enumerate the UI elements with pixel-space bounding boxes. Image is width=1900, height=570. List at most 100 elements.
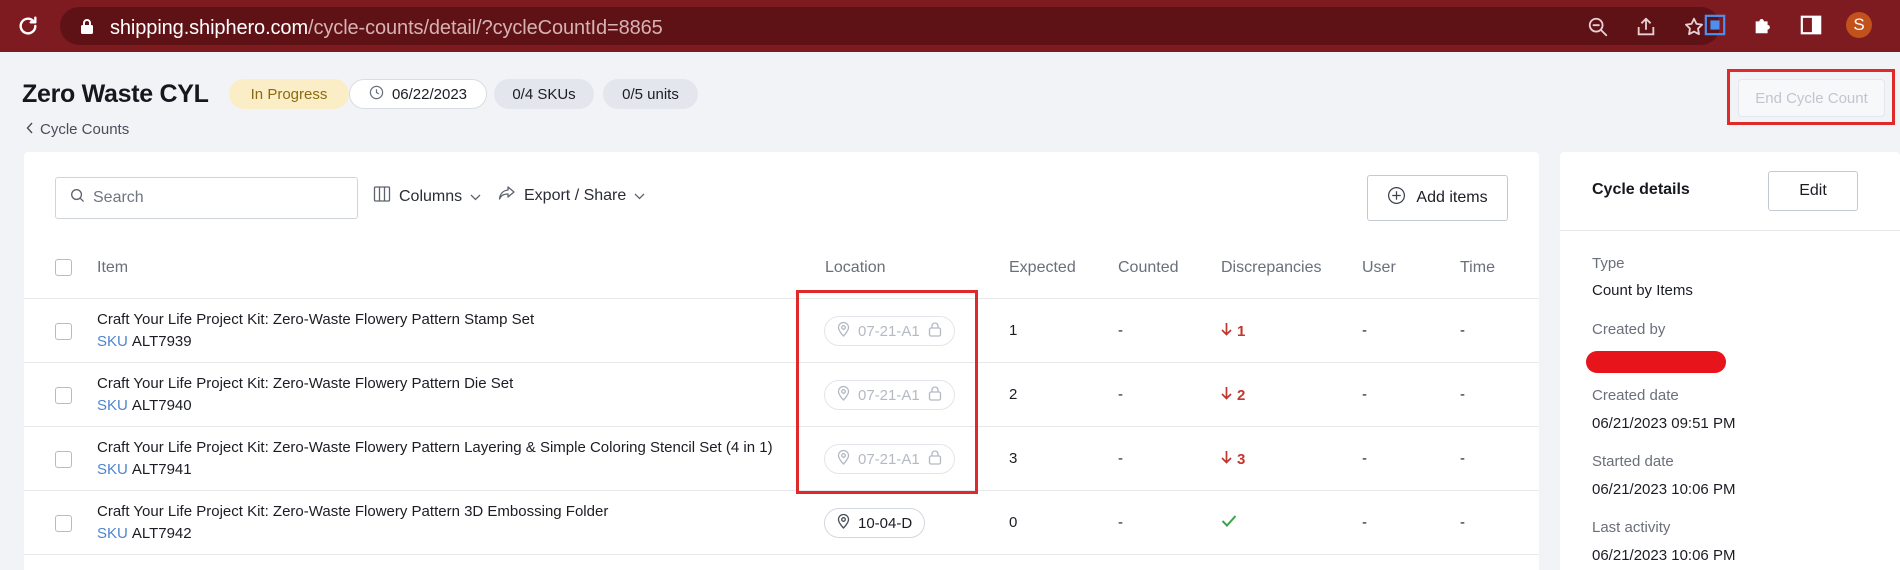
row-checkbox[interactable]	[55, 387, 72, 404]
last-activity-value: 06/21/2023 10:06 PM	[1592, 547, 1736, 564]
columns-label: Columns	[399, 187, 463, 205]
row-divider	[24, 426, 1539, 427]
share-arrow-icon	[498, 185, 516, 206]
last-activity-label: Last activity	[1592, 519, 1671, 536]
skus-badge: 0/4 SKUs	[494, 79, 594, 109]
lock-icon	[80, 18, 94, 39]
discrepancy-ok	[1221, 514, 1237, 531]
time-value: -	[1460, 514, 1465, 531]
item-name[interactable]: Craft Your Life Project Kit: Zero-Waste …	[97, 375, 513, 392]
discrepancy-value: 1	[1221, 322, 1245, 340]
discrepancy-value: 3	[1221, 450, 1245, 468]
column-header-counted[interactable]: Counted	[1118, 259, 1179, 277]
column-header-expected[interactable]: Expected	[1009, 259, 1076, 277]
column-header-location[interactable]: Location	[825, 259, 886, 277]
row-divider	[24, 490, 1539, 491]
export-share-dropdown[interactable]: Export / Share	[498, 185, 645, 206]
user-value: -	[1362, 386, 1367, 403]
arrow-down-icon	[1221, 386, 1232, 404]
item-sku: SKU ALT7941	[97, 461, 192, 478]
started-date-label: Started date	[1592, 453, 1674, 470]
items-table-card: Columns Export / Share Add items Item Lo…	[24, 152, 1539, 570]
cycle-details-panel: Cycle details Edit Type Count by Items C…	[1560, 152, 1900, 570]
date-badge: 06/22/2023	[349, 79, 487, 109]
units-badge: 0/5 units	[603, 79, 698, 109]
reload-icon[interactable]	[14, 12, 42, 40]
highlight-locked-locations	[796, 290, 978, 494]
browser-toolbar: shipping.shiphero.com/cycle-counts/detai…	[0, 0, 1900, 52]
item-sku: SKU ALT7940	[97, 397, 192, 414]
add-items-label: Add items	[1416, 189, 1488, 206]
search-input[interactable]	[93, 189, 333, 207]
columns-dropdown[interactable]: Columns	[373, 185, 481, 208]
discrepancy-value: 2	[1221, 386, 1245, 404]
time-value: -	[1460, 450, 1465, 467]
search-field[interactable]	[55, 177, 358, 219]
redacted-user-name	[1586, 351, 1726, 373]
url-text: shipping.shiphero.com/cycle-counts/detai…	[110, 17, 663, 39]
chevron-down-icon	[634, 187, 645, 205]
status-badge: In Progress	[229, 79, 349, 109]
created-date-label: Created date	[1592, 387, 1679, 404]
row-checkbox[interactable]	[55, 515, 72, 532]
date-text: 06/22/2023	[391, 85, 468, 103]
expected-value: 1	[1009, 322, 1018, 339]
item-sku: SKU ALT7942	[97, 525, 192, 542]
export-label: Export / Share	[524, 186, 627, 204]
end-cycle-count-button[interactable]: End Cycle Count	[1738, 79, 1885, 117]
item-sku: SKU ALT7939	[97, 333, 192, 350]
type-label: Type	[1592, 255, 1625, 272]
column-header-user[interactable]: User	[1362, 259, 1396, 277]
columns-icon	[373, 185, 391, 208]
item-name[interactable]: Craft Your Life Project Kit: Zero-Waste …	[97, 311, 534, 328]
arrow-down-icon	[1221, 450, 1232, 468]
page-title: Zero Waste CYL	[22, 80, 209, 108]
header-divider	[24, 298, 1539, 299]
edit-button[interactable]: Edit	[1768, 171, 1858, 211]
user-value: -	[1362, 450, 1367, 467]
user-value: -	[1362, 514, 1367, 531]
chevron-down-icon	[470, 188, 481, 206]
cycle-details-title: Cycle details	[1592, 181, 1690, 198]
item-name[interactable]: Craft Your Life Project Kit: Zero-Waste …	[97, 439, 773, 456]
counted-value: -	[1118, 386, 1123, 403]
counted-value: -	[1118, 450, 1123, 467]
clock-icon	[369, 85, 384, 104]
created-by-label: Created by	[1592, 321, 1666, 338]
created-date-value: 06/21/2023 09:51 PM	[1592, 415, 1736, 432]
back-to-cycle-counts-link[interactable]: Cycle Counts	[26, 121, 129, 138]
column-header-discrepancies[interactable]: Discrepancies	[1221, 259, 1321, 277]
started-date-value: 06/21/2023 10:06 PM	[1592, 481, 1736, 498]
expected-value: 0	[1009, 514, 1018, 531]
profile-avatar[interactable]: S	[1846, 12, 1872, 38]
location-pill[interactable]: 10-04-D	[824, 508, 926, 538]
zoom-icon[interactable]	[1586, 15, 1610, 39]
side-panel-icon[interactable]	[1798, 12, 1824, 38]
column-header-item[interactable]: Item	[97, 259, 128, 277]
item-name[interactable]: Craft Your Life Project Kit: Zero-Waste …	[97, 503, 608, 520]
panel-divider	[1560, 230, 1900, 231]
location-code: 10-04-D	[858, 514, 913, 532]
row-divider	[24, 554, 1539, 555]
time-value: -	[1460, 386, 1465, 403]
row-checkbox[interactable]	[55, 451, 72, 468]
row-divider	[24, 362, 1539, 363]
screenshot-extension-icon[interactable]	[1702, 12, 1728, 38]
counted-value: -	[1118, 514, 1123, 531]
row-checkbox[interactable]	[55, 323, 72, 340]
expected-value: 2	[1009, 386, 1018, 403]
share-icon[interactable]	[1634, 15, 1658, 39]
chevron-left-icon	[26, 121, 34, 138]
plus-circle-icon	[1387, 186, 1406, 210]
extensions-puzzle-icon[interactable]	[1750, 12, 1776, 38]
back-link-label: Cycle Counts	[40, 121, 130, 138]
address-bar[interactable]: shipping.shiphero.com/cycle-counts/detai…	[60, 7, 1720, 45]
map-pin-icon	[837, 513, 850, 533]
type-value: Count by Items	[1592, 282, 1693, 299]
add-items-button[interactable]: Add items	[1367, 175, 1508, 221]
arrow-down-icon	[1221, 322, 1232, 340]
select-all-checkbox[interactable]	[55, 259, 72, 276]
column-header-time[interactable]: Time	[1460, 259, 1495, 277]
counted-value: -	[1118, 322, 1123, 339]
user-value: -	[1362, 322, 1367, 339]
